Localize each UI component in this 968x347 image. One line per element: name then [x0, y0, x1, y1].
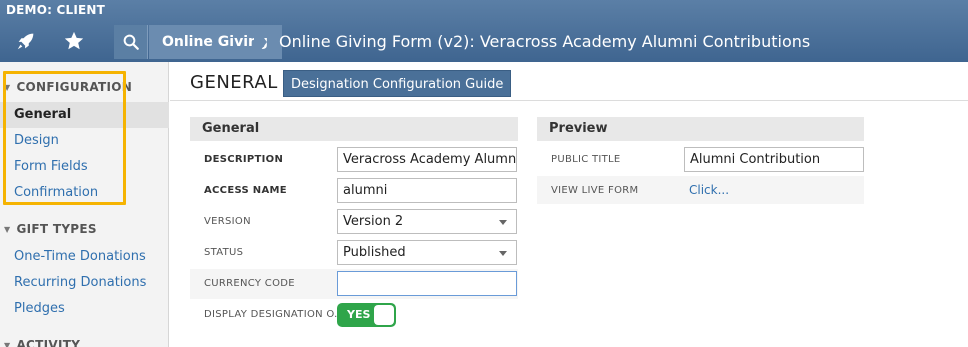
description-field[interactable]: Veracross Academy Alumni Contri [337, 147, 517, 172]
panel-title: Preview [537, 117, 864, 141]
display-designation-label: DISPLAY DESIGNATION O... [204, 309, 345, 320]
select-arrow-icon [499, 220, 507, 225]
panel-title: General [190, 117, 518, 141]
sidebar-item-general[interactable]: General [0, 102, 169, 128]
version-select[interactable]: Version 2 [337, 209, 517, 234]
version-value: Version 2 [343, 214, 404, 229]
rocket-icon [17, 33, 34, 50]
sidebar-item-form-fields[interactable]: Form Fields [0, 154, 169, 180]
status-value: Published [343, 245, 406, 260]
preview-panel: Preview PUBLIC TITLE Alumni Contribution… [537, 117, 864, 205]
disclosure-triangle-icon: ▼ [4, 82, 11, 92]
favorites-button[interactable] [56, 25, 92, 57]
access-name-field[interactable]: alumni [337, 178, 517, 203]
client-label: DEMO: CLIENT [6, 3, 106, 17]
sidebar-section-title: CONFIGURATION [16, 80, 133, 94]
disclosure-triangle-icon: ▼ [4, 224, 11, 234]
access-name-label: ACCESS NAME [204, 185, 287, 196]
status-select[interactable]: Published [337, 240, 517, 265]
display-designation-toggle[interactable]: YES [337, 303, 396, 327]
status-label: STATUS [204, 247, 244, 258]
divider [170, 100, 968, 101]
sidebar-item-recurring-donations[interactable]: Recurring Donations [0, 270, 169, 296]
section-title: GENERAL [190, 72, 278, 93]
search-button[interactable] [114, 25, 148, 59]
version-label: VERSION [204, 216, 251, 227]
currency-code-label: CURRENCY CODE [204, 278, 295, 289]
rocket-button[interactable] [8, 25, 44, 57]
sidebar-section-title: ACTIVITY [16, 338, 81, 347]
sidebar-section-gift-types[interactable]: ▼ GIFT TYPES [0, 218, 169, 240]
view-live-form-link[interactable]: Click... [689, 183, 729, 197]
sidebar-section-activity[interactable]: ▼ ACTIVITY [0, 334, 169, 347]
search-icon [123, 34, 139, 50]
public-title-field[interactable]: Alumni Contribution [684, 147, 864, 172]
disclosure-triangle-icon: ▼ [4, 340, 11, 347]
star-icon [64, 31, 84, 50]
designation-guide-button[interactable]: Designation Configuration Guide [283, 70, 512, 97]
sidebar-item-design[interactable]: Design [0, 128, 169, 154]
description-label: DESCRIPTION [204, 154, 284, 165]
sidebar: ▼ CONFIGURATION General Design Form Fiel… [0, 62, 169, 347]
sidebar-item-confirmation[interactable]: Confirmation [0, 180, 169, 206]
currency-code-field[interactable] [337, 271, 517, 296]
sidebar-section-title: GIFT TYPES [16, 222, 97, 236]
sidebar-item-one-time-donations[interactable]: One-Time Donations [0, 244, 169, 270]
sidebar-section-configuration[interactable]: ▼ CONFIGURATION [0, 76, 169, 98]
general-panel: General DESCRIPTION Veracross Academy Al… [190, 117, 518, 332]
top-header: DEMO: CLIENT Online Giving Online Giving… [0, 0, 968, 62]
public-title-label: PUBLIC TITLE [551, 154, 621, 165]
toggle-label: YES [347, 308, 371, 321]
view-live-form-label: VIEW LIVE FORM [551, 185, 639, 196]
toggle-knob [374, 305, 394, 325]
select-arrow-icon [499, 251, 507, 256]
sidebar-item-pledges[interactable]: Pledges [0, 296, 169, 322]
breadcrumb-separator [254, 25, 267, 59]
page-title: Online Giving Form (v2): Veracross Acade… [279, 32, 811, 51]
